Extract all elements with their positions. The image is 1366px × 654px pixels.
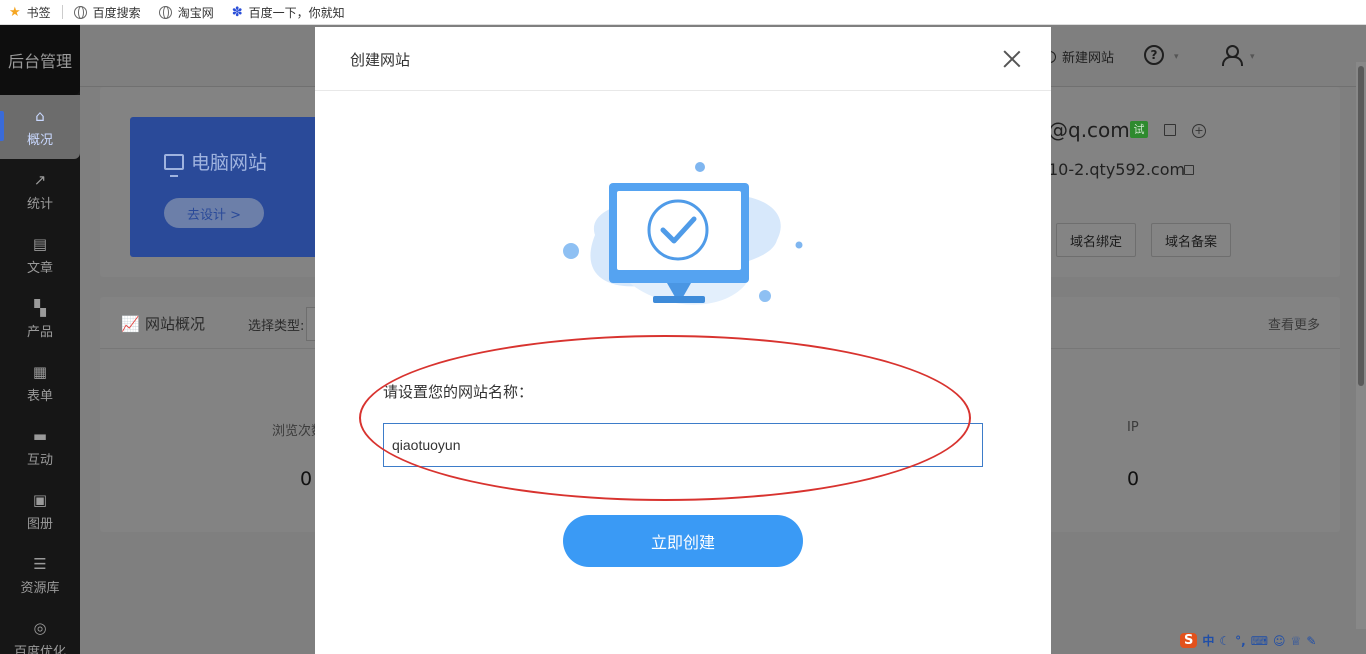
user-icon[interactable]: ☺ xyxy=(1273,634,1286,648)
trial-badge: 试 xyxy=(1130,121,1148,138)
globe-icon xyxy=(158,5,172,19)
bookmark-taobao[interactable]: 淘宝网 xyxy=(150,0,223,25)
bind-domain-button[interactable]: 域名绑定 xyxy=(1056,223,1136,257)
article-icon: ▤ xyxy=(32,234,48,253)
select-type-label: 选择类型: xyxy=(248,319,305,334)
bookmark-label: 百度搜索 xyxy=(92,5,141,20)
ime-toolbar: S 中 ☾ °, ⌨ ☺ ♕ ✎ xyxy=(1180,632,1321,649)
monitor-icon xyxy=(164,153,184,177)
chat-icon: ▬ xyxy=(32,426,48,445)
sidebar-item-album[interactable]: ▣ 图册 xyxy=(0,479,80,543)
form-icon: ▦ xyxy=(32,362,48,381)
create-now-button[interactable]: 立即创建 xyxy=(563,515,803,567)
overview-title: 网站概况 xyxy=(145,315,206,333)
bookmark-label: 书签 xyxy=(26,5,51,20)
stat-value-ip: 0 xyxy=(1127,468,1140,490)
wrench-icon[interactable]: ✎ xyxy=(1306,634,1316,648)
site-name-label: 请设置您的网站名称： xyxy=(383,383,534,401)
stats-icon: ↗ xyxy=(33,170,47,189)
sidebar-item-overview[interactable]: ⌂ 概况 xyxy=(0,95,80,159)
ime-lang[interactable]: 中 xyxy=(1202,632,1214,649)
sidebar-item-resources[interactable]: ☰ 资源库 xyxy=(0,543,80,607)
sogou-logo[interactable]: S xyxy=(1180,633,1198,648)
sidebar: 后台管理 ⌂ 概况 ↗ 统计 ▤ 文章 ▚ 产品 ▦ 表单 ▬ 互动 ▣ 图册 … xyxy=(0,25,80,654)
user-icon[interactable] xyxy=(1222,45,1243,66)
chart-icon: 📈 xyxy=(121,315,140,333)
sidebar-item-label: 统计 xyxy=(26,196,53,212)
site-account: @q.com xyxy=(1048,118,1130,142)
home-icon: ⌂ xyxy=(35,106,45,125)
new-site-label: 新建网站 xyxy=(1062,51,1115,66)
bookmark-label: 淘宝网 xyxy=(177,5,214,20)
pc-site-title: 电脑网站 xyxy=(164,148,268,177)
sidebar-item-label: 图册 xyxy=(26,516,53,532)
sidebar-item-label: 资源库 xyxy=(20,580,60,596)
pc-site-banner xyxy=(130,117,330,257)
sidebar-item-label: 产品 xyxy=(26,324,53,340)
baidu-paw-icon: ✽ xyxy=(231,4,243,20)
design-button[interactable]: 去设计 > xyxy=(164,198,264,228)
site-domain[interactable]: 10-2.qty592.com xyxy=(1048,160,1185,179)
external-link-icon[interactable] xyxy=(1184,165,1194,175)
sidebar-item-label: 表单 xyxy=(26,388,53,404)
sidebar-item-articles[interactable]: ▤ 文章 xyxy=(0,223,80,287)
sidebar-item-stats[interactable]: ↗ 统计 xyxy=(0,159,80,223)
shirt-icon[interactable]: ♕ xyxy=(1291,634,1302,648)
bookmark-folder[interactable]: ★ 书签 xyxy=(0,0,60,25)
brand-title: 后台管理 xyxy=(0,25,80,95)
sidebar-item-interaction[interactable]: ▬ 互动 xyxy=(0,415,80,479)
star-icon: ★ xyxy=(9,4,21,20)
sidebar-item-products[interactable]: ▚ 产品 xyxy=(0,287,80,351)
sidebar-item-label: 互动 xyxy=(26,452,53,468)
product-icon: ▚ xyxy=(34,298,46,317)
chevron-down-icon: ▾ xyxy=(1250,52,1255,62)
modal-title: 创建网站 xyxy=(350,51,411,69)
bookmark-label: 百度一下，你就知 xyxy=(248,5,345,20)
seo-icon: ◎ xyxy=(33,618,47,637)
sidebar-item-seo[interactable]: ◎ 百度优化 xyxy=(0,607,80,654)
create-site-modal: 创建网站 请设置您的网站名称： 立即创建 xyxy=(315,27,1051,654)
page-scrollbar[interactable] xyxy=(1356,62,1366,629)
database-icon: ☰ xyxy=(33,554,47,573)
bookmark-baidu-search[interactable]: 百度搜索 xyxy=(65,0,150,25)
stat-label-ip: IP xyxy=(1127,420,1139,435)
add-icon[interactable]: + xyxy=(1192,124,1206,138)
moon-icon[interactable]: ☾ xyxy=(1219,634,1230,648)
close-icon[interactable] xyxy=(1001,48,1023,70)
album-icon: ▣ xyxy=(32,490,48,509)
sidebar-nav: ⌂ 概况 ↗ 统计 ▤ 文章 ▚ 产品 ▦ 表单 ▬ 互动 ▣ 图册 ☰ 资源库… xyxy=(0,95,80,654)
keyboard-icon[interactable]: ⌨ xyxy=(1251,634,1268,648)
new-site-button[interactable]: 新建网站 xyxy=(1044,47,1114,66)
punctuation-icon[interactable]: °, xyxy=(1235,634,1246,648)
divider xyxy=(61,5,63,19)
sidebar-item-label: 文章 xyxy=(26,260,53,276)
help-icon[interactable]: ? xyxy=(1144,45,1164,65)
view-more-link[interactable]: 查看更多 xyxy=(1268,314,1320,333)
record-domain-button[interactable]: 域名备案 xyxy=(1151,223,1231,257)
bookmark-baidu[interactable]: ✽ 百度一下，你就知 xyxy=(223,0,354,25)
chevron-down-icon: ▾ xyxy=(1174,52,1179,62)
modal-header: 创建网站 xyxy=(315,27,1051,91)
edit-icon[interactable] xyxy=(1164,124,1176,136)
scrollbar-thumb[interactable] xyxy=(1358,66,1364,386)
bookmarks-bar: ★ 书签 百度搜索 淘宝网 ✽ 百度一下，你就知 xyxy=(0,0,1366,25)
globe-icon xyxy=(73,5,87,19)
stat-value-views: 0 xyxy=(300,468,313,490)
site-name-input[interactable] xyxy=(383,423,983,467)
sidebar-item-forms[interactable]: ▦ 表单 xyxy=(0,351,80,415)
sidebar-item-label: 百度优化 xyxy=(13,644,66,654)
pc-site-label: 电脑网站 xyxy=(191,152,268,174)
monitor-check-illustration xyxy=(563,162,803,305)
sidebar-item-label: 概况 xyxy=(26,132,53,148)
